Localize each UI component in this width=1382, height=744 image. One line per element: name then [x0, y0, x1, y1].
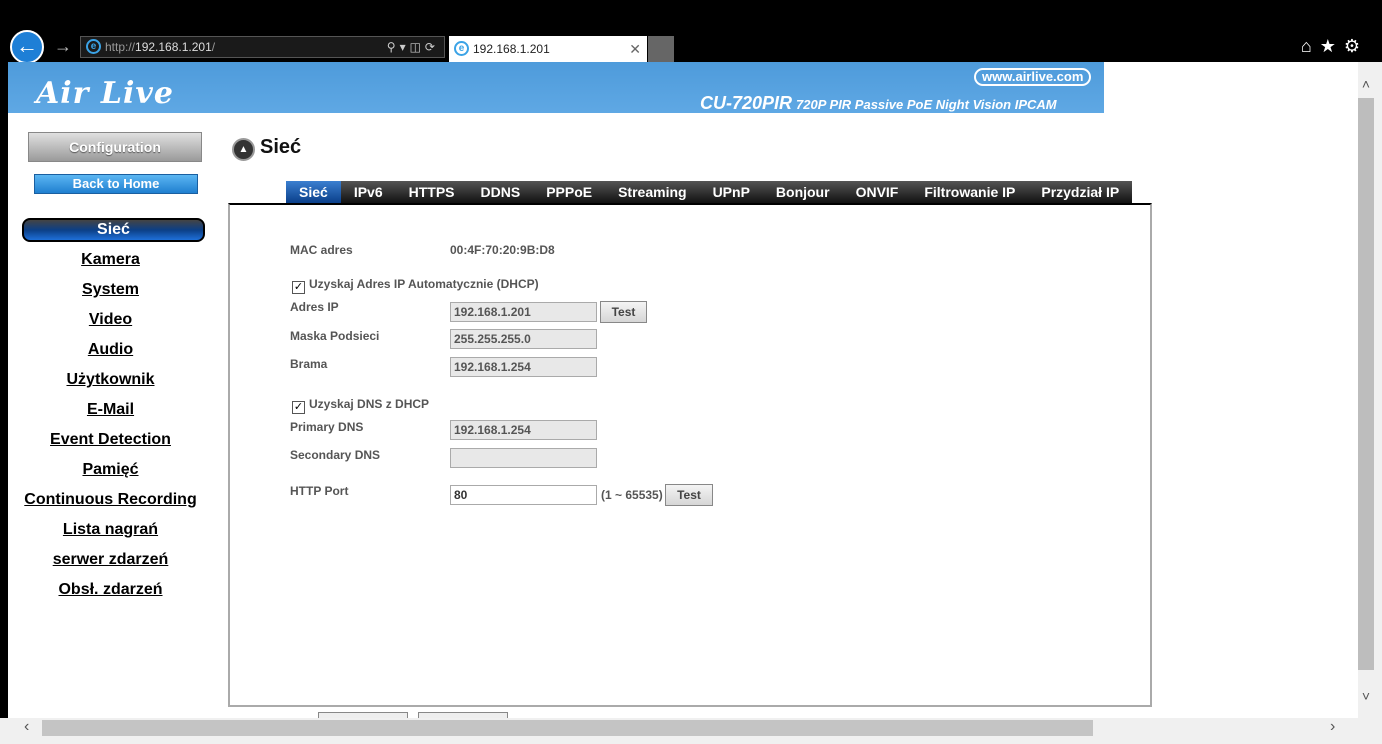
http-port-label: HTTP Port [290, 484, 349, 498]
settings-tabs: Sieć IPv6 HTTPS DDNS PPPoE Streaming UPnP Bonjo… [286, 181, 1133, 203]
mac-label: MAC adres [290, 243, 353, 257]
model-name: CU-720PIR 720P PIR Passive PoE Night Visi… [700, 93, 1057, 114]
http-port-field[interactable]: 80 [450, 485, 597, 505]
tab-title: 192.168.1.201 [473, 42, 550, 56]
vertical-scroll-thumb[interactable] [1358, 98, 1374, 670]
primary-dns-label: Primary DNS [290, 420, 364, 434]
tab-pppoe[interactable]: PPPoE [533, 181, 606, 203]
chevron-left-icon[interactable]: ‹ [24, 718, 29, 736]
ie-logo-icon: e [454, 41, 469, 56]
tab-https[interactable]: HTTPS [395, 181, 468, 203]
url-suffix: / [211, 40, 216, 54]
tab-upnp[interactable]: UPnP [699, 181, 763, 203]
new-tab-button[interactable] [648, 36, 674, 62]
model-description: 720P PIR Passive PoE Night Vision IPCAM [796, 97, 1057, 112]
banner: Air Live www.airlive.com CU-720PIR 720P P… [8, 62, 1104, 113]
tab-onvif[interactable]: ONVIF [842, 181, 912, 203]
tab-filtrowanie-ip[interactable]: Filtrowanie IP [911, 181, 1029, 203]
url-prefix: http:// [105, 40, 136, 54]
tab-ddns[interactable]: DDNS [467, 181, 534, 203]
tab-siec[interactable]: Sieć [286, 181, 341, 203]
tab-streaming[interactable]: Streaming [605, 181, 700, 203]
configuration-button[interactable]: Configuration [28, 132, 202, 162]
url-host: 192.168.1.201 [135, 40, 212, 54]
sidebar-item-pamiec[interactable]: Pamięć [8, 458, 213, 488]
checkbox-checked-icon: ✓ [292, 401, 305, 414]
vertical-scrollbar[interactable]: ˄ ˅ [1358, 62, 1382, 718]
sidebar-item-continuous-recording[interactable]: Continuous Recording [8, 488, 213, 518]
site-link: www.airlive.com [974, 68, 1092, 86]
search-icon[interactable]: ⚲▾◫⟳ [387, 37, 439, 57]
sidebar-item-event-detection[interactable]: Event Detection [8, 428, 213, 458]
network-icon: ▲ [232, 138, 255, 161]
horizontal-scrollbar[interactable]: ‹ › [0, 718, 1382, 744]
dns-dhcp-checkbox[interactable]: ✓ Uzyskaj DNS z DHCP [292, 397, 429, 414]
tab-ipv6[interactable]: IPv6 [340, 181, 396, 203]
ip-address-field[interactable]: 192.168.1.201 [450, 302, 597, 322]
tab-bonjour[interactable]: Bonjour [762, 181, 843, 203]
dhcp-checkbox[interactable]: ✓ Uzyskaj Adres IP Automatycznie (DHCP) [292, 277, 539, 294]
http-port-range: (1 ~ 65535) [601, 488, 663, 502]
chevron-right-icon[interactable]: › [1330, 718, 1335, 736]
mask-label: Maska Podsieci [290, 329, 380, 343]
close-icon[interactable]: ✕ [629, 36, 641, 62]
sidebar-item-kamera[interactable]: Kamera [8, 248, 213, 278]
gateway-label: Brama [290, 357, 328, 371]
secondary-dns-label: Secondary DNS [290, 448, 381, 462]
sidebar-item-siec[interactable]: Sieć [22, 218, 205, 242]
sidebar-item-serwer-zdarzen[interactable]: serwer zdarzeń [8, 548, 213, 578]
sidebar-item-email[interactable]: E-Mail [8, 398, 213, 428]
ip-test-button[interactable]: Test [600, 301, 647, 323]
dns-dhcp-label: Uzyskaj DNS z DHCP [309, 397, 430, 411]
dhcp-label: Uzyskaj Adres IP Automatycznie (DHCP) [309, 277, 539, 291]
sidebar-item-obsl-zdarzen[interactable]: Obsł. zdarzeń [8, 578, 213, 608]
sidebar-item-system[interactable]: System [8, 278, 213, 308]
secondary-dns-field[interactable] [450, 448, 597, 468]
tab-przydzial-ip[interactable]: Przydział IP [1028, 181, 1133, 203]
horizontal-scroll-thumb[interactable] [42, 720, 1093, 736]
sidebar-item-audio[interactable]: Audio [8, 338, 213, 368]
sidebar-item-uzytkownik[interactable]: Użytkownik [8, 368, 213, 398]
model-code: CU-720PIR [700, 93, 793, 113]
chevron-down-icon[interactable]: ˅ [1358, 688, 1374, 704]
sidebar-nav: Sieć Kamera System Video Audio Użytkowni… [8, 218, 213, 608]
chevron-up-icon[interactable]: ˄ [1358, 76, 1374, 92]
gateway-field[interactable]: 192.168.1.254 [450, 357, 597, 377]
browser-icons: ⌂★⚙ [1301, 36, 1368, 57]
address-bar[interactable]: e http://192.168.1.201/ ⚲▾◫⟳ [80, 36, 445, 58]
sidebar-item-lista-nagran[interactable]: Lista nagrań [8, 518, 213, 548]
page-viewport: Air Live www.airlive.com CU-720PIR 720P P… [8, 62, 1358, 718]
sidebar-item-video[interactable]: Video [8, 308, 213, 338]
network-settings-panel: MAC adres 00:4F:70:20:9B:D8 ✓ Uzyskaj Adr… [228, 203, 1152, 707]
primary-dns-field[interactable]: 192.168.1.254 [450, 420, 597, 440]
http-port-test-button[interactable]: Test [665, 484, 713, 506]
back-to-home-button[interactable]: Back to Home [34, 174, 198, 194]
browser-tab[interactable]: e 192.168.1.201 ✕ [449, 36, 647, 62]
subnet-mask-field[interactable]: 255.255.255.0 [450, 329, 597, 349]
checkbox-checked-icon: ✓ [292, 281, 305, 294]
mac-value: 00:4F:70:20:9B:D8 [450, 243, 555, 257]
ip-label: Adres IP [290, 300, 339, 314]
browser-toolbar: ← → e http://192.168.1.201/ ⚲▾◫⟳ e 192.1… [0, 0, 1382, 64]
forward-arrow-icon[interactable]: → [54, 36, 72, 57]
airlive-logo: Air Live [36, 76, 174, 111]
back-arrow-icon[interactable]: ← [10, 30, 44, 64]
star-icon[interactable]: ★ [1320, 36, 1344, 56]
home-icon[interactable]: ⌂ [1301, 36, 1320, 56]
ie-logo-icon: e [86, 39, 101, 54]
page-title: Sieć [260, 136, 302, 158]
gear-icon[interactable]: ⚙ [1344, 36, 1368, 56]
